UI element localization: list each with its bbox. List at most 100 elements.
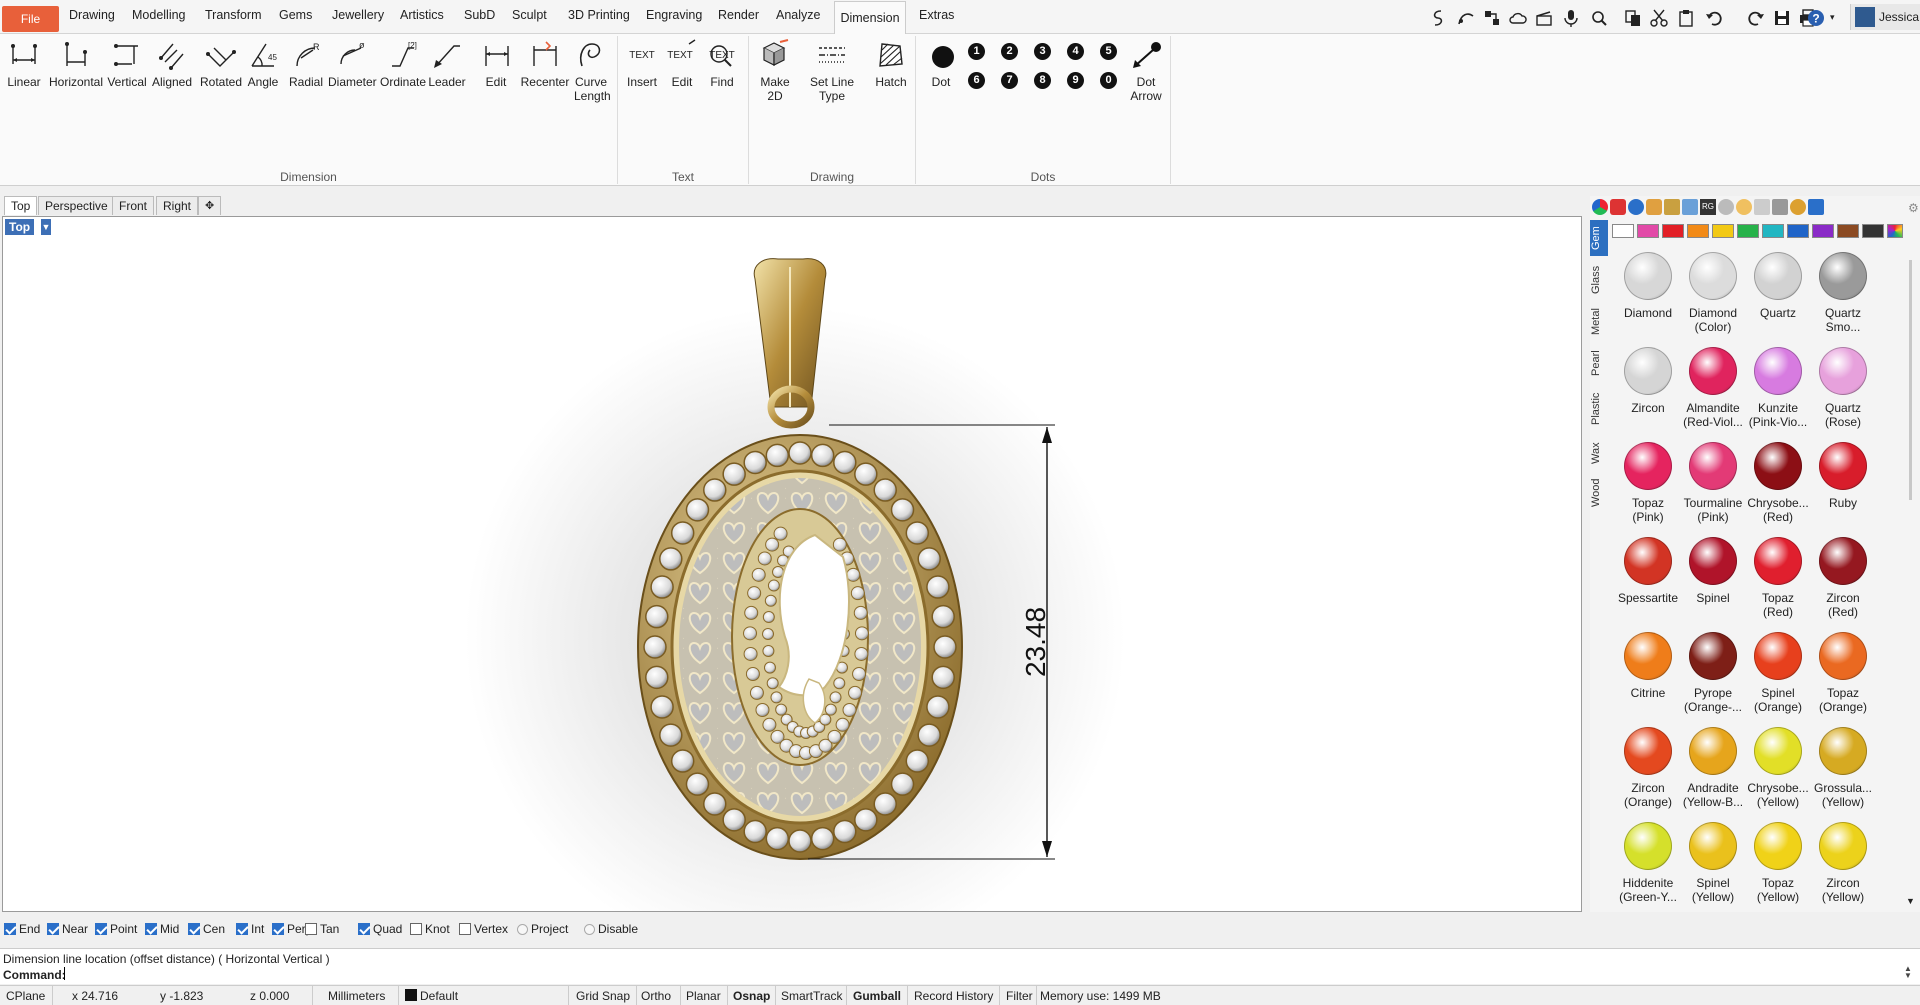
numbered-dot-icon[interactable]: 4 [1067, 43, 1084, 60]
gem-material-item[interactable]: Zircon (Red) [1811, 537, 1875, 619]
color-filter-swatch[interactable] [1612, 224, 1634, 238]
checkbox[interactable] [272, 923, 284, 935]
gem-material-item[interactable]: Spinel (Orange) [1746, 632, 1810, 714]
numbered-dot-icon[interactable]: 5 [1100, 43, 1117, 60]
gem-material-item[interactable]: Andradite (Yellow-B... [1681, 727, 1745, 809]
tab-right[interactable]: Right [156, 196, 199, 215]
tab-extras[interactable]: Extras [919, 8, 954, 28]
osnap-option[interactable]: Mid [145, 922, 179, 936]
dimension-tool[interactable]: Vertical [106, 38, 148, 89]
set-line-type-tool[interactable]: Set Line Type [797, 38, 867, 103]
color-filter-swatch[interactable] [1712, 224, 1734, 238]
tab-menu[interactable]: SubD [464, 8, 495, 28]
text-tool[interactable]: TEXT Insert [624, 38, 660, 89]
osnap-option[interactable]: End [4, 922, 40, 936]
add-viewport-tab-icon[interactable]: ✥ [198, 196, 222, 215]
hatch-tool[interactable]: Hatch [873, 38, 909, 89]
render-icon[interactable] [1790, 199, 1806, 215]
dimension-tool[interactable]: Horizontal [48, 38, 104, 89]
dot-arrow-tool[interactable]: Dot Arrow [1128, 38, 1164, 103]
gem-material-item[interactable]: Kunzite (Pink-Vio... [1746, 347, 1810, 429]
dimension-tool[interactable]: Rotated [198, 38, 244, 89]
gumball-toggle[interactable]: Gumball [853, 989, 901, 1003]
checkbox[interactable] [4, 923, 16, 935]
color-filter-swatch[interactable] [1687, 224, 1709, 238]
cloud-icon[interactable] [1508, 8, 1528, 28]
user-account[interactable]: Jessica [1850, 4, 1920, 30]
osnap-toggle[interactable]: Osnap [733, 989, 770, 1003]
copy-icon[interactable] [1623, 8, 1643, 28]
radio[interactable] [584, 923, 595, 935]
units[interactable]: Millimeters [328, 989, 385, 1003]
color-filter-swatch[interactable] [1812, 224, 1834, 238]
gem-material-item[interactable]: Diamond (Color) [1681, 252, 1745, 334]
tab-menu[interactable]: Sculpt [512, 8, 547, 28]
gem-material-item[interactable]: Topaz (Yellow) [1746, 822, 1810, 904]
sphere-icon[interactable] [1718, 199, 1734, 215]
gem-material-item[interactable]: Zircon [1616, 347, 1680, 415]
tab-plastic[interactable]: Plastic [1590, 386, 1608, 432]
color-filter-swatch[interactable] [1662, 224, 1684, 238]
gem-material-item[interactable]: Almandite (Red-Viol... [1681, 347, 1745, 429]
help-icon[interactable]: ? [1806, 8, 1826, 28]
settings-icon[interactable] [1754, 199, 1770, 215]
checkbox[interactable] [459, 923, 471, 935]
tab-top[interactable]: Top [4, 196, 38, 215]
all-colors-swatch[interactable] [1887, 224, 1903, 238]
radio[interactable] [517, 923, 528, 935]
environment-icon[interactable] [1772, 199, 1788, 215]
gem-material-item[interactable]: Chrysobe... (Yellow) [1746, 727, 1810, 809]
tab-menu[interactable]: Jewellery [332, 8, 384, 28]
color-filter-swatch[interactable] [1837, 224, 1859, 238]
gem-material-item[interactable]: Quartz [1746, 252, 1810, 320]
gem-material-item[interactable]: Spinel (Yellow) [1681, 822, 1745, 904]
grid-snap-toggle[interactable]: Grid Snap [576, 989, 630, 1003]
undo-icon[interactable] [1704, 8, 1724, 28]
light-icon[interactable] [1736, 199, 1752, 215]
tab-menu[interactable]: Modelling [132, 8, 186, 28]
gem-material-item[interactable]: Pyrope (Orange-... [1681, 632, 1745, 714]
text-tool[interactable]: TEXT Edit [664, 38, 700, 89]
tab-menu[interactable]: Gems [279, 8, 312, 28]
dimension-tool[interactable]: Aligned [150, 38, 194, 89]
gem-material-item[interactable]: Tourmaline (Pink) [1681, 442, 1745, 524]
tab-front[interactable]: Front [112, 196, 155, 215]
gem-shield-icon[interactable] [1610, 199, 1626, 215]
numbered-dot-icon[interactable]: 2 [1001, 43, 1018, 60]
panel-scrollbar[interactable]: ▼ [1904, 246, 1918, 906]
rg-icon[interactable]: RG [1700, 199, 1716, 215]
ortho-toggle[interactable]: Ortho [641, 989, 671, 1003]
tab-glass[interactable]: Glass [1590, 260, 1608, 300]
paste-icon[interactable] [1676, 8, 1696, 28]
panel-gear-icon[interactable]: ⚙ [1908, 201, 1919, 215]
checkbox[interactable] [236, 923, 248, 935]
numbered-dot-icon[interactable]: 9 [1067, 72, 1084, 89]
numbered-dot-icon[interactable]: 6 [968, 72, 985, 89]
tab-perspective[interactable]: Perspective [38, 196, 115, 215]
bell-icon[interactable] [1808, 199, 1824, 215]
cut-icon[interactable] [1649, 8, 1669, 28]
gem-material-item[interactable]: Citrine [1616, 632, 1680, 700]
dimension-tool[interactable]: Leader [428, 38, 466, 89]
s-curve-icon[interactable] [1428, 8, 1448, 28]
osnap-option[interactable]: Point [95, 922, 137, 936]
color-filter-swatch[interactable] [1637, 224, 1659, 238]
cplane-toggle[interactable]: CPlane [6, 989, 45, 1003]
color-filter-swatch[interactable] [1862, 224, 1884, 238]
gem-material-item[interactable]: Topaz (Red) [1746, 537, 1810, 619]
tab-dimension[interactable]: Dimension [834, 1, 906, 35]
numbered-dot-icon[interactable]: 3 [1034, 43, 1051, 60]
gem-blue-icon[interactable] [1628, 199, 1644, 215]
make2d-tool[interactable]: Make 2D [757, 38, 793, 103]
viewport-top[interactable]: Top ▼ 23.48 [2, 216, 1582, 912]
rebuild-icon[interactable] [1482, 8, 1502, 28]
gem-material-item[interactable]: Chrysobe... (Red) [1746, 442, 1810, 524]
tab-metal[interactable]: Metal [1590, 304, 1608, 340]
numbered-dot-icon[interactable]: 0 [1100, 72, 1117, 89]
dimension-tool[interactable]: Edit [480, 38, 512, 89]
dimension-tool[interactable]: 45 Angle [246, 38, 280, 89]
dimension-value[interactable]: 23.48 [1020, 607, 1051, 677]
osnap-option[interactable]: Cen [188, 922, 225, 936]
tab-menu[interactable]: Engraving [646, 8, 702, 28]
osnap-quad[interactable]: Quad [358, 922, 402, 936]
